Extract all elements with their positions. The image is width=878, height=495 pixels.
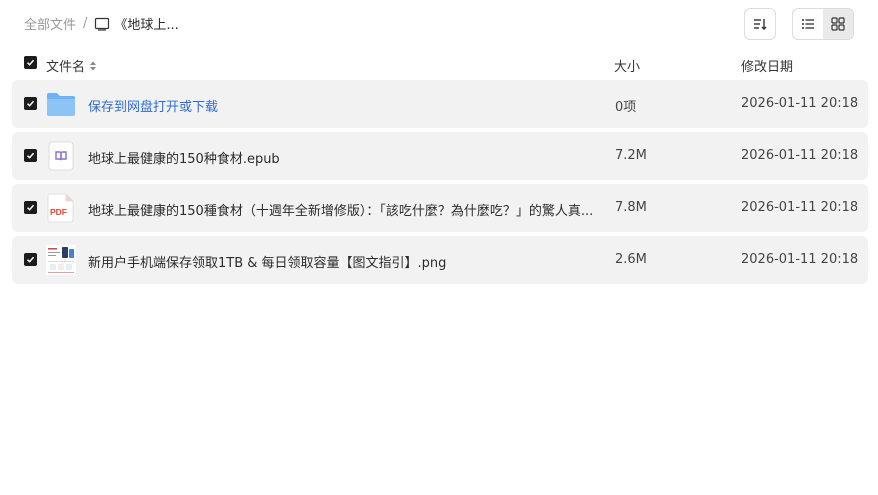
sort-descending-icon: [754, 19, 767, 30]
file-size: 7.2M: [615, 148, 647, 163]
file-size: 7.8M: [615, 200, 647, 215]
image-thumbnail-icon: [46, 245, 76, 275]
list-view-icon: [802, 19, 814, 29]
breadcrumb: 全部文件 / 《地球上...: [24, 14, 179, 33]
column-date-header[interactable]: 修改日期: [741, 56, 793, 75]
grid-view-button[interactable]: [823, 9, 853, 39]
table-header: 文件名 大小 修改日期: [12, 52, 868, 76]
check-icon: [26, 204, 35, 211]
pdf-badge: PDF: [50, 207, 67, 217]
row-checkbox[interactable]: [24, 149, 37, 162]
file-name-link[interactable]: 地球上最健康的150种食材.epub: [88, 148, 280, 167]
file-row[interactable]: 地球上最健康的150种食材.epub 7.2M 2026-01-11 20:18: [12, 132, 868, 180]
file-size: 0项: [615, 100, 637, 115]
breadcrumb-root-link[interactable]: 全部文件: [24, 14, 76, 33]
row-checkbox[interactable]: [24, 253, 37, 266]
file-list: 保存到网盘打开或下载 0项 2026-01-11 20:18 地球上最健康的15…: [12, 80, 868, 288]
file-name-link[interactable]: 新用户手机端保存领取1TB & 每日领取容量【图文指引】.png: [88, 252, 446, 271]
file-name-link[interactable]: 保存到网盘打开或下载: [88, 96, 218, 115]
file-size: 2.6M: [615, 252, 647, 267]
sort-toggle-icon: [90, 61, 97, 70]
check-icon: [26, 152, 35, 159]
view-toggle: [792, 8, 854, 40]
breadcrumb-current: 《地球上...: [114, 18, 179, 33]
file-row[interactable]: 保存到网盘打开或下载 0项 2026-01-11 20:18: [12, 80, 868, 128]
row-checkbox[interactable]: [24, 97, 37, 110]
folder-icon: [47, 93, 75, 116]
epub-icon: [48, 141, 74, 171]
column-name-label: 文件名: [46, 60, 86, 75]
book-icon: [95, 17, 110, 31]
file-date: 2026-01-11 20:18: [741, 252, 859, 267]
row-checkbox[interactable]: [24, 201, 37, 214]
breadcrumb-separator: /: [83, 16, 88, 31]
file-date: 2026-01-11 20:18: [741, 200, 859, 215]
file-row[interactable]: 新用户手机端保存领取1TB & 每日领取容量【图文指引】.png 2.6M 20…: [12, 236, 868, 284]
file-row[interactable]: PDF 地球上最健康的150種食材（十週年全新增修版）：「該吃什麼？為什麼吃？」…: [12, 184, 868, 232]
select-all-checkbox[interactable]: [24, 56, 37, 69]
top-bar: 全部文件 / 《地球上...: [0, 0, 878, 48]
column-name-header[interactable]: 文件名: [46, 56, 97, 75]
file-date: 2026-01-11 20:18: [741, 96, 859, 111]
file-name-link[interactable]: 地球上最健康的150種食材（十週年全新增修版）：「該吃什麼？為什麼吃？」的驚人真…: [88, 200, 593, 219]
list-view-button[interactable]: [793, 9, 823, 39]
pdf-icon: PDF: [47, 193, 74, 223]
check-icon: [26, 100, 35, 107]
grid-view-icon: [831, 17, 845, 31]
file-date: 2026-01-11 20:18: [741, 148, 859, 163]
check-icon: [26, 256, 35, 263]
sort-button[interactable]: [744, 8, 776, 40]
check-icon: [26, 59, 35, 66]
column-size-header[interactable]: 大小: [614, 56, 640, 75]
